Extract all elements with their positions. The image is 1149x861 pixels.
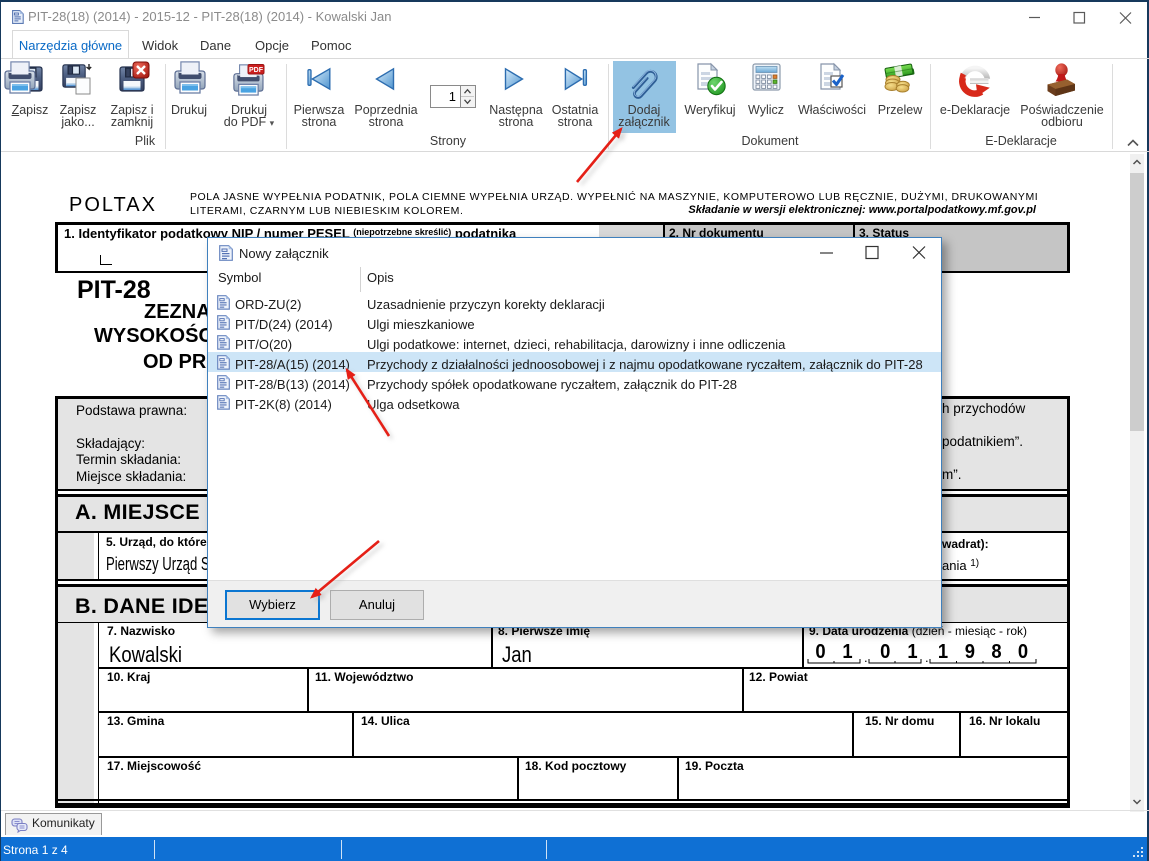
svg-text:0: 0 (815, 641, 825, 663)
svg-text:0: 0 (880, 641, 890, 663)
svg-text:.: . (925, 650, 929, 665)
svg-text:0: 0 (1018, 641, 1028, 663)
svg-text:PDF: PDF (249, 67, 264, 74)
svg-text:1: 1 (907, 641, 918, 663)
svg-text:8: 8 (991, 641, 1002, 663)
svg-text:1: 1 (938, 641, 949, 663)
svg-text:1: 1 (842, 641, 853, 663)
svg-text:.: . (864, 650, 868, 665)
svg-text:9: 9 (965, 641, 975, 663)
